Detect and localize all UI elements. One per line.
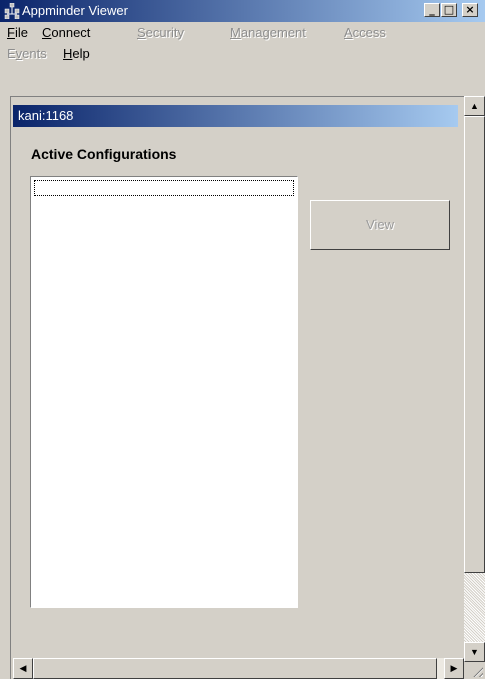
close-button[interactable]: × — [462, 3, 478, 17]
scroll-up-icon[interactable]: ▲ — [464, 96, 485, 116]
menu-access[interactable]: Access — [344, 23, 386, 43]
scroll-down-icon[interactable]: ▼ — [464, 642, 485, 662]
vertical-scroll-track[interactable] — [464, 573, 485, 642]
menu-events[interactable]: Events — [7, 44, 47, 64]
resize-grip-icon[interactable] — [464, 662, 485, 679]
app-network-icon — [4, 2, 20, 20]
vertical-scroll-thumb[interactable] — [464, 116, 485, 573]
window-title: Appminder Viewer — [22, 3, 128, 18]
panel-title-bar[interactable]: kani:1168 — [13, 105, 458, 127]
minimize-button[interactable]: _ — [424, 3, 440, 17]
view-button[interactable]: View — [310, 200, 450, 250]
vertical-scrollbar[interactable]: ▲ ▼ — [464, 96, 485, 662]
horizontal-scrollbar[interactable]: ◀ ▶ — [13, 658, 464, 679]
menu-connect[interactable]: Connect — [42, 23, 90, 43]
active-configurations-label: Active Configurations — [31, 146, 177, 162]
active-configurations-list[interactable] — [30, 176, 298, 608]
menu-file[interactable]: File — [7, 23, 28, 43]
scroll-left-icon[interactable]: ◀ — [13, 658, 33, 679]
menu-help[interactable]: Help — [63, 44, 90, 64]
maximize-button[interactable]: □ — [441, 3, 457, 17]
scroll-right-icon[interactable]: ▶ — [444, 658, 464, 679]
title-bar[interactable]: Appminder Viewer _ □ × — [0, 0, 485, 22]
menu-security[interactable]: Security — [137, 23, 184, 43]
horizontal-scroll-thumb[interactable] — [33, 658, 437, 679]
menu-management[interactable]: Management — [230, 23, 306, 43]
list-item[interactable] — [34, 180, 294, 196]
menu-bar: File Connect Security Management Access … — [0, 22, 485, 66]
panel-title: kani:1168 — [18, 108, 74, 123]
